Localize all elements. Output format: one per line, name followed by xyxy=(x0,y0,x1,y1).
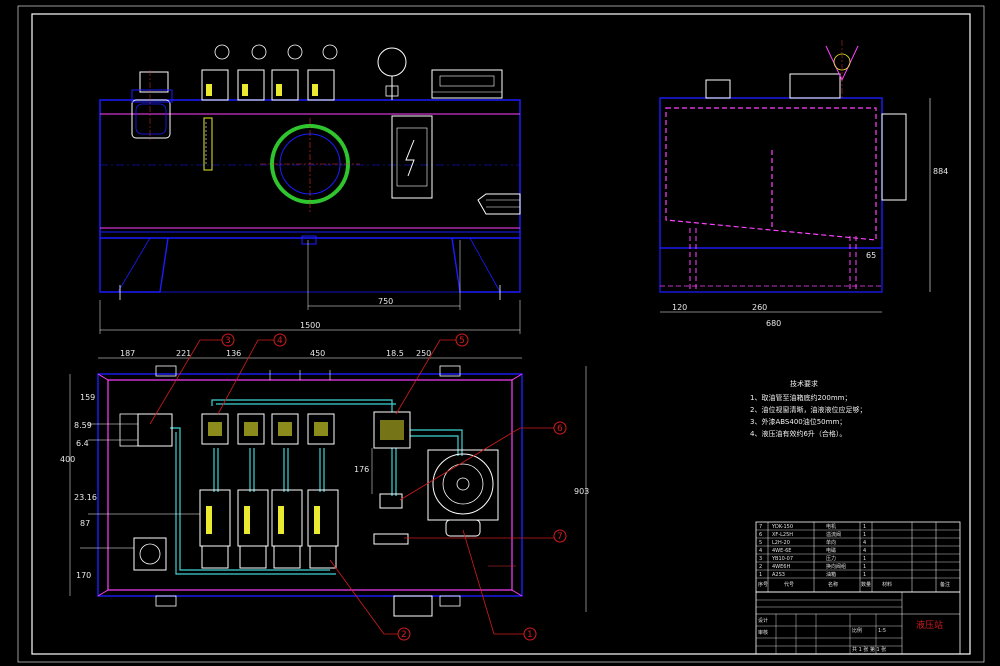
parts-name: 电机 xyxy=(826,523,836,530)
parts-code: XF-L25H xyxy=(772,532,793,538)
valve-solenoid xyxy=(276,84,282,96)
dim-text: 18.5 xyxy=(386,349,404,358)
valve-solenoid xyxy=(242,84,248,96)
parts-name: 溢流阀 xyxy=(826,531,841,538)
valve-solenoid xyxy=(206,84,212,96)
dim-text: 65 xyxy=(866,251,876,260)
scale-label: 比例 xyxy=(852,627,862,634)
dim-text: 260 xyxy=(752,303,767,312)
dim-text: 250 xyxy=(416,349,431,358)
parts-name: 油箱 xyxy=(826,571,836,578)
parts-header-remark: 备注 xyxy=(940,581,950,588)
dim-text: 8.59 xyxy=(74,421,92,430)
balloon-label: 4 xyxy=(277,336,283,346)
dim-text: 187 xyxy=(120,349,135,358)
parts-no: 3 xyxy=(759,556,762,562)
dim-text: 450 xyxy=(310,349,325,358)
dim-text: 884 xyxy=(933,167,948,176)
parts-qty: 1 xyxy=(863,532,866,538)
dim-text: 1500 xyxy=(300,321,320,330)
solenoid-marker xyxy=(206,506,212,534)
parts-header-name: 名称 xyxy=(828,581,838,588)
parts-code: L2H-20 xyxy=(772,540,790,546)
parts-code: YDK-150 xyxy=(771,524,793,530)
dim-text: 87 xyxy=(80,519,90,528)
balloon-label: 6 xyxy=(557,424,563,434)
parts-no: 2 xyxy=(759,564,762,570)
note-item: 3、外漆ABS400油位50mm； xyxy=(750,417,846,426)
balloon-label: 1 xyxy=(527,630,533,640)
dim-text: 903 xyxy=(574,487,589,496)
dim-text: 680 xyxy=(766,319,781,328)
dim-text: 170 xyxy=(76,571,91,580)
note-item: 2、油位视窗清晰，油液液位应足够； xyxy=(750,405,866,414)
parts-qty: 1 xyxy=(863,564,866,570)
dim-text: 176 xyxy=(354,465,369,474)
valve-port xyxy=(244,422,258,436)
parts-code: A2S3 xyxy=(772,572,785,578)
valve-port xyxy=(208,422,222,436)
balloon-label: 2 xyxy=(401,630,407,640)
parts-name: 单向 xyxy=(826,539,836,546)
dim-text: 159 xyxy=(80,393,95,402)
drawing-title: 液压站 xyxy=(916,619,943,631)
parts-no: 4 xyxy=(759,548,762,554)
parts-no: 1 xyxy=(759,572,762,578)
dim-text: 6.4 xyxy=(76,439,89,448)
parts-header-code: 代号 xyxy=(784,581,794,588)
dim-text: 23.16 xyxy=(74,493,97,502)
parts-code: 4WE-6E xyxy=(772,548,791,554)
solenoid-marker xyxy=(314,506,320,534)
parts-name: 电磁 xyxy=(826,547,836,554)
balloon-label: 3 xyxy=(225,336,231,346)
checker-label: 审核 xyxy=(758,629,768,636)
dim-text: 750 xyxy=(378,297,393,306)
solenoid-marker xyxy=(244,506,250,534)
parts-name: 压力 xyxy=(826,555,836,562)
parts-qty: 4 xyxy=(863,548,866,554)
note-item: 1、取油管至油箱底约200mm； xyxy=(750,393,851,402)
parts-code: YB10-07 xyxy=(771,556,793,562)
dim-text: 136 xyxy=(226,349,241,358)
designer-label: 设计 xyxy=(758,617,768,624)
parts-no: 6 xyxy=(759,532,762,538)
dim-text: 120 xyxy=(672,303,687,312)
parts-qty: 4 xyxy=(863,540,866,546)
balloon-label: 5 xyxy=(459,336,465,346)
solenoid-marker xyxy=(278,506,284,534)
parts-no: 5 xyxy=(759,540,762,546)
dim-text: 400 xyxy=(60,455,75,464)
scale-value: 1:5 xyxy=(878,628,886,634)
parts-qty: 1 xyxy=(863,524,866,530)
parts-qty: 1 xyxy=(863,572,866,578)
parts-name: 换向阀组 xyxy=(826,563,846,570)
valve-solenoid xyxy=(312,84,318,96)
parts-no: 7 xyxy=(759,524,762,530)
relief-valve-core xyxy=(380,420,404,440)
dim-text: 221 xyxy=(176,349,191,358)
parts-header-qty: 数量 xyxy=(861,581,871,588)
notes-title: 技术要求 xyxy=(790,379,818,388)
parts-header-material: 材料 xyxy=(882,581,892,588)
valve-port xyxy=(278,422,292,436)
valve-port xyxy=(314,422,328,436)
sheet-info: 共 1 张 第 1 张 xyxy=(852,646,886,653)
note-item: 4、液压油有效约6升（合格）。 xyxy=(750,429,846,438)
parts-code: 4WE6H xyxy=(772,564,790,570)
parts-qty: 1 xyxy=(863,556,866,562)
cad-drawing: 1500 750 884 120 260 680 65 187 221 136 … xyxy=(0,0,1000,666)
balloon-label: 7 xyxy=(557,532,563,542)
parts-header-no: 序号 xyxy=(758,581,768,588)
